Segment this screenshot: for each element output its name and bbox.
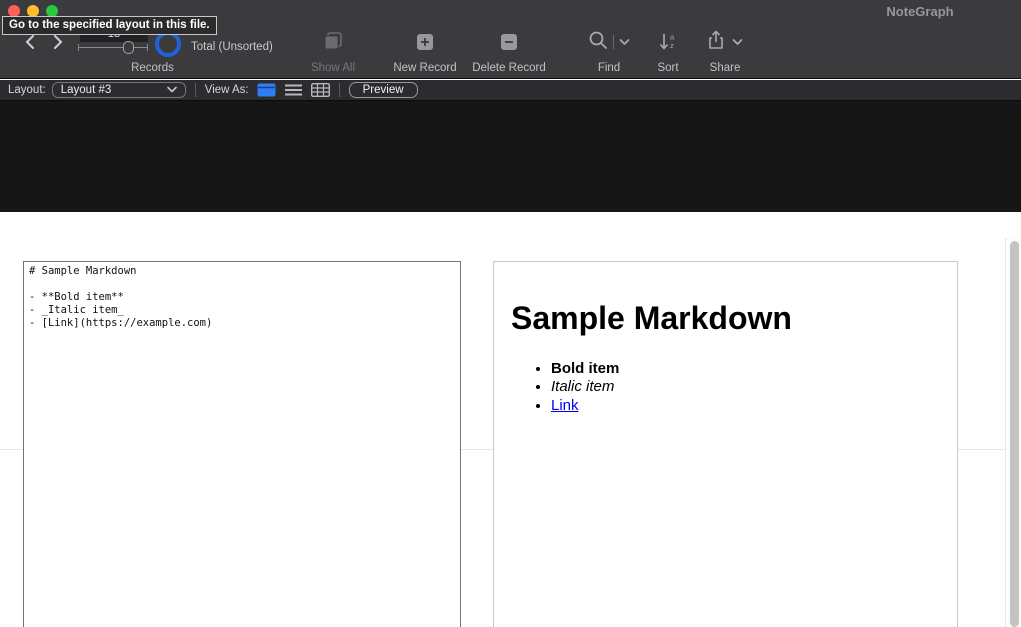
layout-select-value: Layout #3 bbox=[61, 83, 112, 97]
source-line: - **Bold item** bbox=[29, 291, 455, 304]
next-record-button[interactable] bbox=[51, 34, 65, 50]
record-slider-track bbox=[78, 47, 148, 48]
source-line: - _Italic item_ bbox=[29, 304, 455, 317]
toolbar: 13 14 Total (Unsorted) Records Show All bbox=[0, 0, 1021, 79]
total-unsorted-label: Total (Unsorted) bbox=[191, 41, 273, 53]
sort-label: Sort bbox=[640, 62, 696, 74]
records-group-label: Records bbox=[110, 62, 195, 74]
record-content-area: # Sample Markdown - **Bold item** - _Ita… bbox=[0, 212, 1021, 627]
source-line: - [Link](https://example.com) bbox=[29, 317, 455, 330]
slider-tick-end bbox=[147, 44, 148, 51]
rendered-heading: Sample Markdown bbox=[511, 302, 957, 336]
find-chevron-down-icon[interactable] bbox=[619, 33, 630, 51]
source-line: # Sample Markdown bbox=[29, 265, 455, 278]
view-as-label: View As: bbox=[205, 84, 249, 96]
rendered-list: Bold item Italic item Link bbox=[494, 360, 957, 416]
app-window: 13 14 Total (Unsorted) Records Show All bbox=[0, 0, 1021, 627]
vertical-scrollbar[interactable] bbox=[1005, 238, 1021, 627]
find-separator bbox=[613, 35, 614, 49]
view-list-button[interactable] bbox=[284, 83, 303, 97]
new-record-icon bbox=[385, 30, 465, 54]
delete-record-label: Delete Record bbox=[465, 62, 553, 74]
source-line bbox=[29, 278, 455, 291]
delete-record-button[interactable]: Delete Record bbox=[465, 30, 553, 74]
delete-record-icon bbox=[465, 30, 553, 54]
preview-button[interactable]: Preview bbox=[349, 82, 418, 98]
search-icon bbox=[588, 30, 608, 55]
layout-select-chevron-icon bbox=[167, 83, 177, 97]
share-chevron-down-icon[interactable] bbox=[732, 33, 743, 51]
share-icon bbox=[707, 30, 725, 55]
view-form-button[interactable] bbox=[257, 83, 276, 97]
layout-tooltip: Go to the specified layout in this file. bbox=[2, 16, 217, 35]
rendered-link[interactable]: Link bbox=[551, 397, 579, 414]
sort-button[interactable]: a z Sort bbox=[640, 30, 696, 74]
vertical-scrollbar-thumb[interactable] bbox=[1010, 241, 1019, 627]
rendered-list-item-bold: Bold item bbox=[551, 360, 957, 379]
share-label: Share bbox=[694, 62, 756, 74]
markdown-preview-webviewer: Sample Markdown Bold item Italic item Li… bbox=[493, 261, 958, 627]
new-record-label: New Record bbox=[385, 62, 465, 74]
layout-bar-separator-2 bbox=[339, 83, 340, 97]
layout-bar-separator bbox=[195, 83, 196, 97]
layout-label: Layout: bbox=[8, 84, 46, 96]
share-button[interactable]: Share bbox=[694, 30, 756, 74]
layout-header-band bbox=[0, 101, 1021, 212]
new-record-button[interactable]: New Record bbox=[385, 30, 465, 74]
markdown-source-field[interactable]: # Sample Markdown - **Bold item** - _Ita… bbox=[23, 261, 461, 627]
find-label: Find bbox=[578, 62, 640, 74]
svg-text:z: z bbox=[670, 41, 674, 50]
slider-tick-start bbox=[78, 44, 79, 51]
rendered-list-item-italic: Italic item bbox=[551, 378, 957, 397]
show-all-button[interactable]: Show All bbox=[295, 30, 371, 74]
record-slider[interactable] bbox=[78, 41, 148, 54]
show-all-icon bbox=[295, 30, 371, 54]
show-all-label: Show All bbox=[295, 62, 371, 74]
layout-select[interactable]: Layout #3 bbox=[52, 82, 186, 98]
view-table-button[interactable] bbox=[311, 83, 330, 97]
layout-bar: Layout: Layout #3 View As: bbox=[0, 80, 1021, 101]
sort-az-icon: a z bbox=[640, 30, 696, 54]
previous-record-button[interactable] bbox=[23, 34, 37, 50]
window-title: NoteGraph bbox=[860, 4, 980, 19]
record-slider-handle[interactable] bbox=[123, 41, 134, 54]
find-button[interactable]: Find bbox=[578, 30, 640, 74]
